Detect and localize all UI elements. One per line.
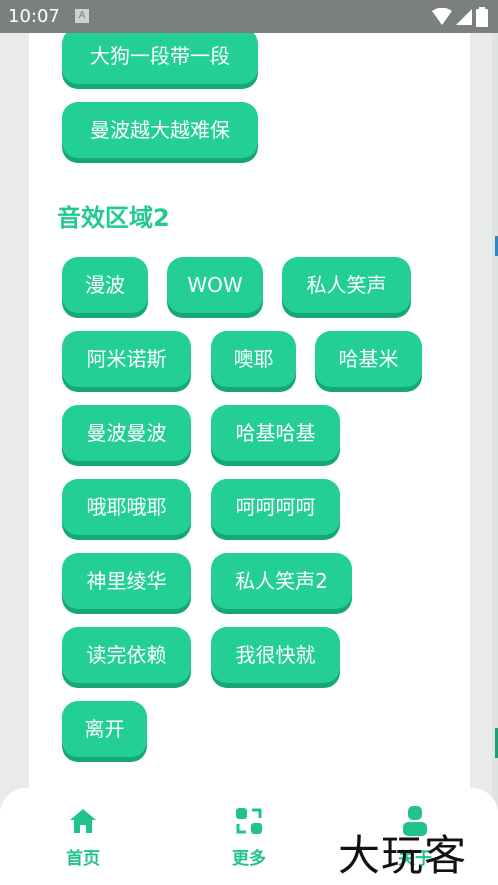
signal-icon xyxy=(456,9,472,25)
sound-button-label: 我很快就 xyxy=(235,643,316,667)
home-icon xyxy=(66,804,100,838)
sound-button-label: 漫波 xyxy=(85,273,125,297)
sound-button-label: 曼波越大越难保 xyxy=(90,118,230,142)
sound-button-label: 哈基哈基 xyxy=(235,421,316,445)
nav-item-home[interactable]: 首页 xyxy=(43,804,123,869)
side-window-edge xyxy=(492,0,498,885)
sound-button[interactable]: 呵呵呵呵 xyxy=(211,479,340,535)
sound-button[interactable]: 大狗一段带一段 xyxy=(62,28,258,84)
status-bar: 10:07 A xyxy=(0,0,498,33)
sound-button-label: 神里绫华 xyxy=(86,569,167,593)
sound-button-label: 曼波曼波 xyxy=(86,421,167,445)
sound-button-label: 私人笑声2 xyxy=(235,569,328,593)
sound-button-label: 离开 xyxy=(84,717,125,741)
sound-button-label: 哦耶哦耶 xyxy=(86,495,167,519)
sound-button-label: WOW xyxy=(187,273,243,297)
sound-button[interactable]: 私人笑声2 xyxy=(211,553,352,609)
swap-icon xyxy=(232,804,266,838)
sound-button[interactable]: 哦耶哦耶 xyxy=(62,479,191,535)
watermark: 大玩客 xyxy=(338,831,468,880)
sound-button[interactable]: 漫波 xyxy=(62,257,148,313)
sound-button[interactable]: 曼波越大越难保 xyxy=(62,102,258,158)
sound-button-label: 哈基米 xyxy=(338,347,399,371)
nav-label-more: 更多 xyxy=(232,849,266,869)
sound-button[interactable]: 神里绫华 xyxy=(62,553,191,609)
sound-button-label: 阿米诺斯 xyxy=(86,347,167,371)
sound-button[interactable]: 哈基哈基 xyxy=(211,405,340,461)
status-icons xyxy=(432,7,488,27)
sound-button-label: 呵呵呵呵 xyxy=(235,495,316,519)
sound-button[interactable]: 阿米诺斯 xyxy=(62,331,191,387)
sound-button[interactable]: 哈基米 xyxy=(315,331,422,387)
notification-icon: A xyxy=(75,9,89,23)
wifi-icon xyxy=(432,8,452,25)
battery-icon xyxy=(476,7,488,27)
section-title: 音效区域2 xyxy=(57,204,170,232)
sound-button[interactable]: WOW xyxy=(167,257,263,313)
sound-button-label: 噢耶 xyxy=(233,347,274,371)
sound-button[interactable]: 读完依赖 xyxy=(62,627,191,683)
nav-item-more[interactable]: 更多 xyxy=(209,804,289,869)
sound-button[interactable]: 噢耶 xyxy=(211,331,296,387)
sound-button-label: 私人笑声 xyxy=(306,273,387,297)
sound-button-label: 大狗一段带一段 xyxy=(90,44,230,68)
sound-button[interactable]: 离开 xyxy=(62,701,147,757)
nav-label-home: 首页 xyxy=(66,849,100,869)
sound-button-label: 读完依赖 xyxy=(86,643,167,667)
sound-button[interactable]: 私人笑声 xyxy=(282,257,411,313)
sound-button[interactable]: 曼波曼波 xyxy=(62,405,191,461)
status-time: 10:07 xyxy=(8,6,60,27)
sound-button[interactable]: 我很快就 xyxy=(211,627,340,683)
